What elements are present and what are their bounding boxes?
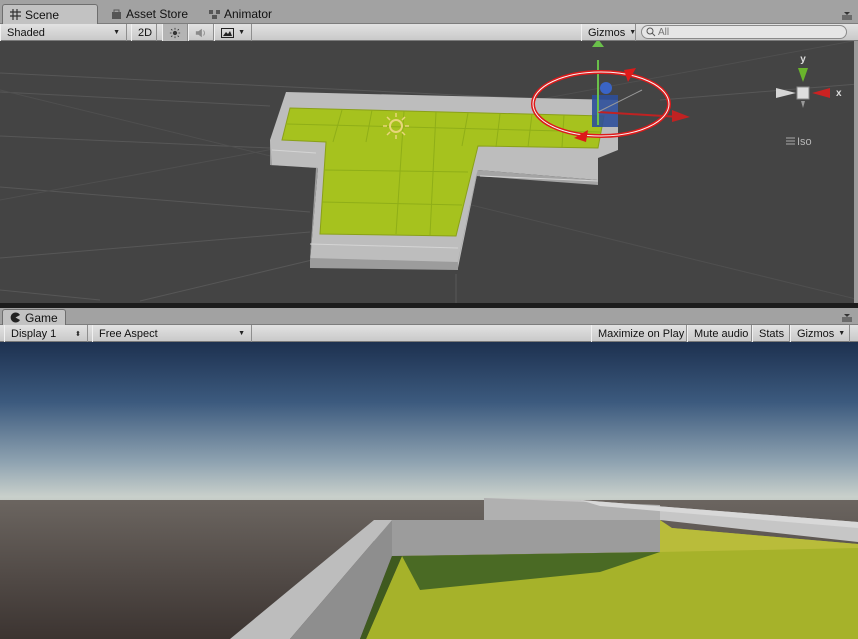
2d-mode-toggle[interactable]: 2D [131,24,157,41]
tab-asset-store[interactable]: Asset Store [104,4,195,24]
shading-mode-dropdown[interactable]: Shaded ▼ [0,24,127,41]
chevron-down-icon: ▼ [238,330,245,337]
game-tab-bar: Game [0,308,858,325]
axis-y-label: y [800,54,806,65]
scene-search-input[interactable] [658,26,846,38]
scene-toolbar: Shaded ▼ 2D ▼ Gizmos ▼ [0,24,858,41]
pacman-icon [10,312,20,323]
display-label: Display 1 [11,327,57,340]
image-icon [221,28,234,38]
tab-scene[interactable]: Scene [2,4,98,24]
scene-search-field[interactable] [641,25,847,39]
axis-x-label: x [836,88,842,99]
chevron-down-icon: ▼ [113,29,120,36]
2d-mode-label: 2D [138,26,153,39]
chevron-down-icon: ▼ [629,29,637,36]
projection-label[interactable]: Iso [797,136,812,148]
tab-asset-store-label: Asset Store [126,7,189,21]
chevron-down-icon: ▼ [238,29,245,36]
mute-audio-label: Mute audio [694,327,749,340]
aspect-label: Free Aspect [99,327,158,340]
speaker-icon [195,28,205,37]
aspect-dropdown[interactable]: Free Aspect ▼ [92,325,252,342]
tab-animator[interactable]: Animator [202,4,279,24]
game-render [0,342,858,639]
tab-game-label: Game [25,310,58,325]
tab-animator-label: Animator [224,7,273,21]
scene-effects-dropdown[interactable]: ▼ [214,24,252,41]
scene-gizmos-label: Gizmos [588,26,626,39]
maximize-on-play-toggle[interactable]: Maximize on Play [591,325,687,342]
scene-gizmos-dropdown[interactable]: Gizmos ▼ [581,24,636,41]
scene-audio-toggle[interactable] [188,24,214,41]
menu-lines-icon [786,137,795,145]
orientation-gizmo[interactable] [776,68,830,108]
scene-tab-bar: Scene Asset Store Animator [0,0,858,24]
panel-menu-icon[interactable] [842,314,852,322]
game-gizmos-dropdown[interactable]: Gizmos ▼ [790,325,850,342]
game-toolbar: Display 1 ⬍ Free Aspect ▼ Maximize on Pl… [0,325,858,342]
grid-icon [10,9,21,20]
game-viewport[interactable] [0,342,858,639]
tab-scene-label: Scene [25,7,60,22]
search-icon [646,27,656,37]
display-dropdown[interactable]: Display 1 ⬍ [4,325,88,342]
updown-arrow-icon: ⬍ [75,330,81,338]
animator-icon [209,9,220,19]
skybox [0,342,858,514]
stats-label: Stats [759,327,785,340]
stats-toggle[interactable]: Stats [752,325,790,342]
scene-lighting-toggle[interactable] [162,24,188,41]
scene-canvas: y x Iso [0,41,858,303]
player-object[interactable] [592,41,690,127]
chevron-down-icon: ▼ [838,330,846,337]
near-wall[interactable] [392,520,660,556]
game-gizmos-label: Gizmos [797,327,835,340]
maximize-on-play-label: Maximize on Play [598,327,685,340]
mute-audio-toggle[interactable]: Mute audio [687,325,752,342]
panel-menu-icon[interactable] [842,12,852,20]
sun-icon [169,27,181,38]
scene-right-edge [854,41,858,303]
shading-mode-label: Shaded [7,26,45,39]
tab-game[interactable]: Game [2,309,66,325]
scene-viewport[interactable]: y x Iso [0,41,858,303]
store-icon [112,9,121,19]
